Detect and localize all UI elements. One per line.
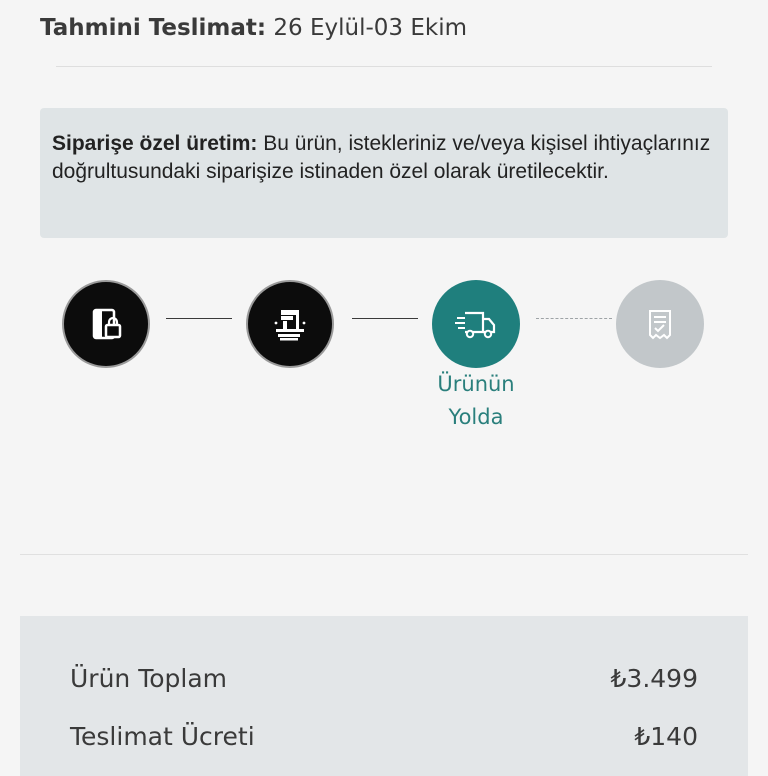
step-on-the-way xyxy=(432,280,520,368)
production-machine-icon xyxy=(274,310,306,341)
divider xyxy=(20,554,748,555)
custom-production-notice: Siparişe özel üretim: Bu ürün, istekleri… xyxy=(40,108,728,238)
delivered-checklist-icon xyxy=(649,310,671,340)
tracker-connector-pending xyxy=(536,318,612,319)
active-step-label: Ürünün Yolda xyxy=(437,372,515,429)
step-production xyxy=(246,280,334,368)
step-delivered xyxy=(616,280,704,368)
order-lock-icon xyxy=(92,308,122,340)
shipping-fee-value: ₺140 xyxy=(634,721,698,751)
estimated-delivery-value: 26 Eylül-03 Ekim xyxy=(273,15,468,41)
tracker-connector xyxy=(166,318,232,319)
delivery-truck-icon xyxy=(455,311,496,339)
product-total-label: Ürün Toplam xyxy=(70,663,228,693)
shipping-fee-label: Teslimat Ücreti xyxy=(70,721,255,751)
product-total-value: ₺3.499 xyxy=(610,663,698,693)
step-order-received xyxy=(62,280,150,368)
summary-row-product-total: Ürün Toplam ₺3.499 xyxy=(70,658,698,698)
notice-title: Siparişe özel üretim: xyxy=(52,132,258,155)
order-summary: Ürün Toplam ₺3.499 Teslimat Ücreti ₺140 xyxy=(20,616,748,776)
estimated-delivery-label: Tahmini Teslimat: xyxy=(40,15,267,41)
tracker-connector xyxy=(352,318,418,319)
estimated-delivery: Tahmini Teslimat: 26 Eylül-03 Ekim xyxy=(40,12,467,44)
summary-row-shipping-fee: Teslimat Ücreti ₺140 xyxy=(70,716,698,756)
divider xyxy=(56,66,712,67)
